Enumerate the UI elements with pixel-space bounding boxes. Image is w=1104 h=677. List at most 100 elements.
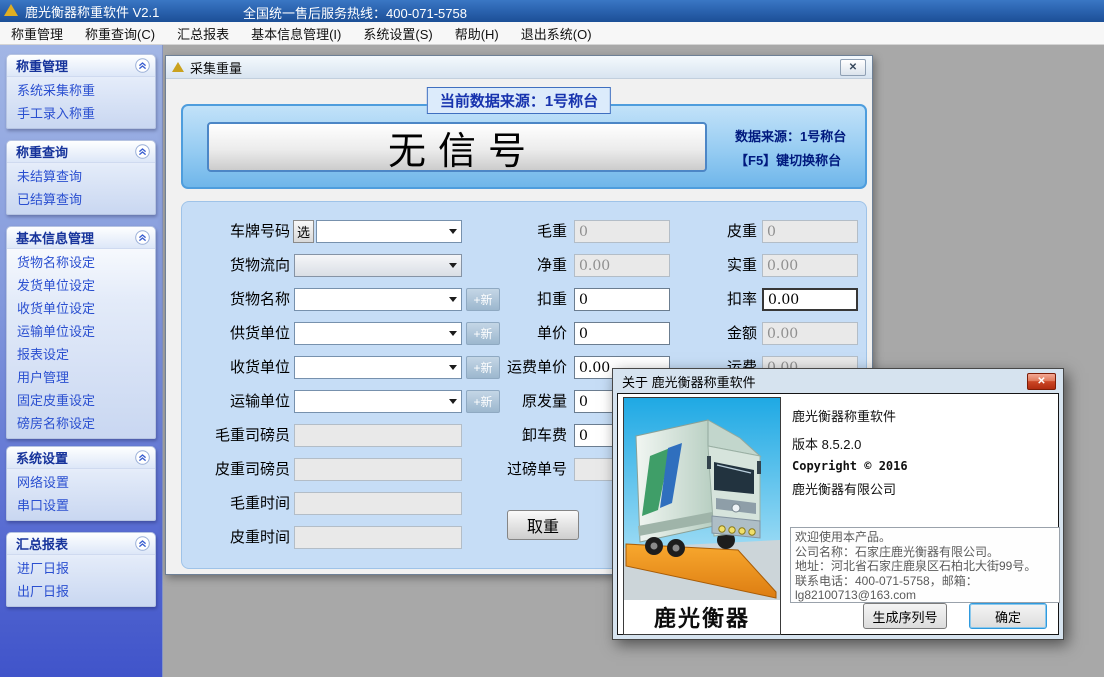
supplier-label: 供货单位 <box>202 322 290 346</box>
app-title: 鹿光衡器称重软件 V2.1 <box>25 2 159 21</box>
dialog-close-button[interactable]: ✕ <box>1027 373 1056 390</box>
plate-number-combo[interactable] <box>316 220 462 243</box>
sidebar-section-weigh-query: 称重查询 未结算查询 已结算查询 <box>6 140 156 215</box>
sidebar-item-transport-unit[interactable]: 运输单位设定 <box>7 320 155 343</box>
plate-number-label: 车牌号码 <box>202 220 290 244</box>
collapse-icon[interactable] <box>135 536 150 551</box>
unit-price-field[interactable] <box>574 322 670 345</box>
tare-operator-label: 皮重司磅员 <box>202 458 290 482</box>
section-header-summary-report[interactable]: 汇总报表 <box>7 533 155 555</box>
deduct-rate-field[interactable] <box>762 288 858 311</box>
sidebar-item-settled-query[interactable]: 已结算查询 <box>7 188 155 211</box>
sidebar-section-system-settings: 系统设置 网络设置 串口设置 <box>6 446 156 521</box>
gross-weight-field <box>574 220 670 243</box>
unit-price-label: 单价 <box>487 322 567 346</box>
chevron-down-icon <box>449 229 457 234</box>
section-title: 称重管理 <box>16 56 68 75</box>
sidebar-item-system-weigh[interactable]: 系统采集称重 <box>7 79 155 102</box>
deduct-weight-label: 扣重 <box>487 288 567 312</box>
gross-operator-label: 毛重司磅员 <box>202 424 290 448</box>
sidebar-item-unsettled-query[interactable]: 未结算查询 <box>7 165 155 188</box>
sidebar-item-receiver-unit[interactable]: 收货单位设定 <box>7 297 155 320</box>
supplier-combo[interactable] <box>294 322 462 345</box>
generate-serial-button[interactable]: 生成序列号 <box>863 603 947 629</box>
goods-name-combo[interactable] <box>294 288 462 311</box>
sidebar-item-fixed-tare[interactable]: 固定皮重设定 <box>7 389 155 412</box>
window-logo-icon <box>172 62 184 72</box>
about-version: 版本 8.5.2.0 <box>792 434 861 453</box>
menu-summary-report[interactable]: 汇总报表 <box>166 22 240 44</box>
section-header-weigh-management[interactable]: 称重管理 <box>7 55 155 77</box>
net-weight-field <box>574 254 670 277</box>
ticket-no-label: 过磅单号 <box>487 458 567 482</box>
actual-weight-label: 实重 <box>677 254 757 278</box>
menu-weigh-management[interactable]: 称重管理 <box>0 22 74 44</box>
tare-weight-field <box>762 220 858 243</box>
menu-weigh-query[interactable]: 称重查询(C) <box>74 22 166 44</box>
ok-button[interactable]: 确定 <box>969 603 1047 629</box>
section-header-basic-info[interactable]: 基本信息管理 <box>7 227 155 249</box>
transporter-label: 运输单位 <box>202 390 290 414</box>
menu-basic-info[interactable]: 基本信息管理(I) <box>240 22 352 44</box>
sidebar-section-basic-info: 基本信息管理 货物名称设定 发货单位设定 收货单位设定 运输单位设定 报表设定 … <box>6 226 156 439</box>
pick-plate-button[interactable]: 选 <box>293 220 314 243</box>
transporter-combo[interactable] <box>294 390 462 413</box>
window-close-button[interactable]: ✕ <box>840 59 866 76</box>
gross-time-field <box>294 492 462 515</box>
sidebar-item-user-management[interactable]: 用户管理 <box>7 366 155 389</box>
section-header-system-settings[interactable]: 系统设置 <box>7 447 155 469</box>
collapse-icon[interactable] <box>135 58 150 73</box>
service-hotline: 全国统一售后服务热线：400-071-5758 <box>243 3 467 22</box>
sidebar-item-manual-weigh[interactable]: 手工录入称重 <box>7 102 155 125</box>
sidebar-item-goods-name[interactable]: 货物名称设定 <box>7 251 155 274</box>
chevron-down-icon <box>449 331 457 336</box>
sidebar-item-sender-unit[interactable]: 发货单位设定 <box>7 274 155 297</box>
sidebar-item-entry-daily[interactable]: 进厂日报 <box>7 557 155 580</box>
tare-time-label: 皮重时间 <box>202 526 290 550</box>
about-dialog: 关于 鹿光衡器称重软件 ✕ <box>612 368 1064 640</box>
section-title: 称重查询 <box>16 142 68 161</box>
sidebar-item-report-setting[interactable]: 报表设定 <box>7 343 155 366</box>
gross-operator-field <box>294 424 462 447</box>
take-weight-button[interactable]: 取重 <box>507 510 579 540</box>
data-source-banner: 当前数据来源：1号称台 <box>427 87 611 114</box>
about-dialog-title-bar: 关于 鹿光衡器称重软件 <box>613 369 1063 393</box>
signal-panel: 无信号 数据来源：1号称台 【F5】键切换称台 <box>181 104 867 189</box>
truck-caption: 鹿光衡器 <box>624 600 780 634</box>
weight-display: 无信号 <box>207 122 707 172</box>
menu-system-settings[interactable]: 系统设置(S) <box>352 22 443 44</box>
truck-illustration <box>624 398 780 600</box>
gross-weight-label: 毛重 <box>487 220 567 244</box>
unload-fee-label: 卸车费 <box>487 424 567 448</box>
chevron-down-icon <box>449 399 457 404</box>
about-info-box: 欢迎使用本产品。 公司名称：石家庄鹿光衡器有限公司。 地址：河北省石家庄鹿泉区石… <box>790 527 1060 603</box>
about-company: 鹿光衡器有限公司 <box>792 479 896 498</box>
collapse-icon[interactable] <box>135 450 150 465</box>
section-title: 基本信息管理 <box>16 228 94 247</box>
goods-flow-combo[interactable] <box>294 254 462 277</box>
receiver-combo[interactable] <box>294 356 462 379</box>
collapse-icon[interactable] <box>135 230 150 245</box>
deduct-weight-field[interactable] <box>574 288 670 311</box>
sidebar-item-serial-setting[interactable]: 串口设置 <box>7 494 155 517</box>
about-copyright: Copyright © 2016 <box>792 459 908 473</box>
sidebar-item-network-setting[interactable]: 网络设置 <box>7 471 155 494</box>
collapse-icon[interactable] <box>135 144 150 159</box>
about-dialog-title: 关于 鹿光衡器称重软件 <box>622 372 756 391</box>
net-weight-label: 净重 <box>487 254 567 278</box>
menu-exit[interactable]: 退出系统(O) <box>510 22 603 44</box>
app-title-bar: 鹿光衡器称重软件 V2.1 全国统一售后服务热线：400-071-5758 <box>0 0 1104 22</box>
about-product-name: 鹿光衡器称重软件 <box>792 406 896 425</box>
app-logo-icon <box>4 4 18 16</box>
sidebar-section-summary-report: 汇总报表 进厂日报 出厂日报 <box>6 532 156 607</box>
chevron-down-icon <box>449 297 457 302</box>
source-info-line2: 【F5】键切换称台 <box>735 150 877 169</box>
amount-field <box>762 322 858 345</box>
section-title: 汇总报表 <box>16 534 68 553</box>
section-header-weigh-query[interactable]: 称重查询 <box>7 141 155 163</box>
freight-price-label: 运费单价 <box>487 356 567 380</box>
tare-time-field <box>294 526 462 549</box>
sidebar-item-weighhouse-name[interactable]: 磅房名称设定 <box>7 412 155 435</box>
menu-help[interactable]: 帮助(H) <box>444 22 510 44</box>
sidebar-item-exit-daily[interactable]: 出厂日报 <box>7 580 155 603</box>
